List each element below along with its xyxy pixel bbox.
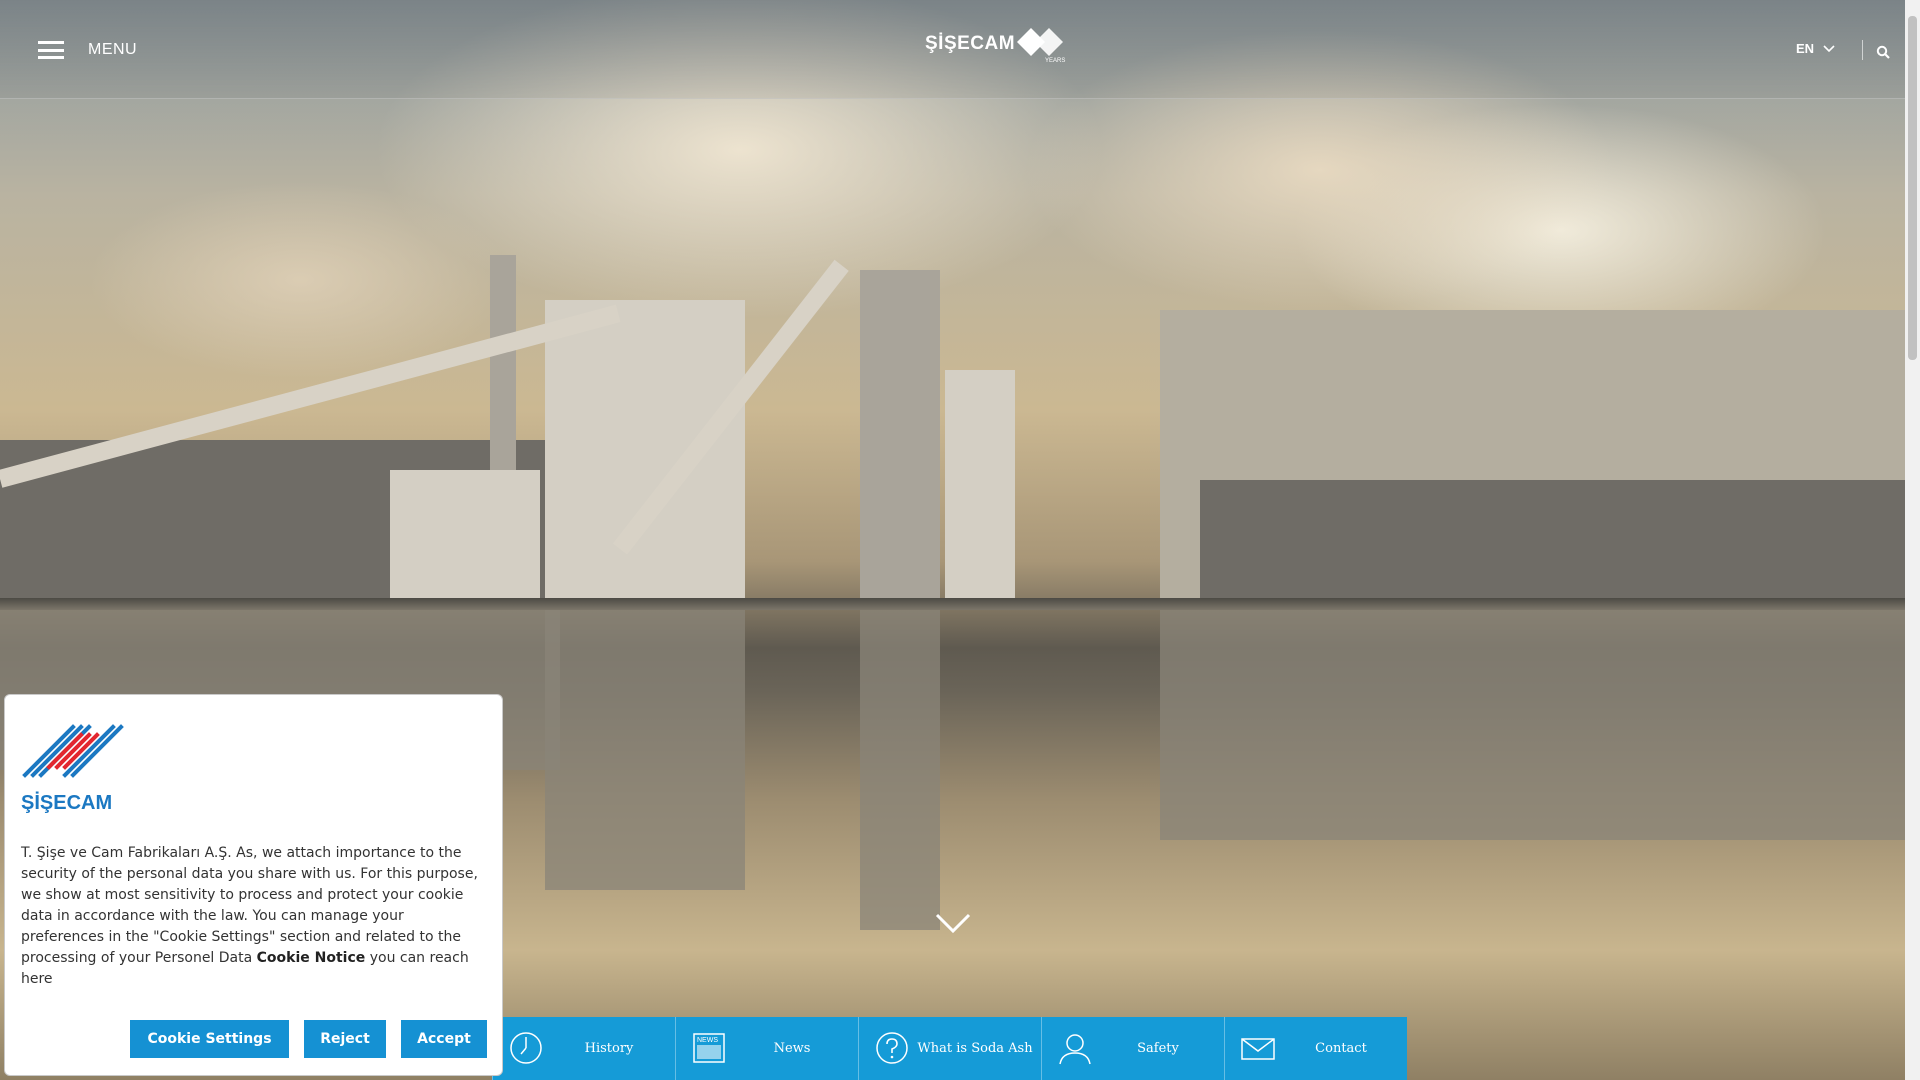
reject-button[interactable]: Reject <box>304 1020 386 1058</box>
quick-link-label: Safety <box>1137 1041 1179 1056</box>
user-icon <box>1059 1034 1091 1065</box>
anniversary-badge-icon: YEARS <box>1017 28 1065 64</box>
scrollbar-thumb[interactable] <box>1908 16 1917 360</box>
site-logo[interactable]: ŞİŞECAM YEARS <box>925 24 1071 64</box>
quick-link-history[interactable]: History <box>492 1017 675 1080</box>
language-label: EN <box>1796 41 1815 56</box>
search-button[interactable] <box>1876 44 1890 63</box>
quick-link-label: What is Soda Ash <box>917 1041 1033 1056</box>
chevron-down-icon <box>1823 44 1835 52</box>
waterline <box>0 598 1905 610</box>
cookie-notice-link[interactable]: Cookie Notice <box>257 950 366 966</box>
factory-building <box>545 300 745 600</box>
factory-building <box>945 370 1015 600</box>
question-icon <box>876 1032 908 1064</box>
accept-button[interactable]: Accept <box>401 1020 487 1058</box>
quick-link-label: Contact <box>1315 1041 1367 1056</box>
factory-reflection <box>860 610 940 930</box>
search-icon <box>1876 45 1890 59</box>
factory-tower <box>860 270 940 600</box>
quick-link-safety[interactable]: Safety <box>1041 1017 1224 1080</box>
clock-icon <box>510 1032 542 1064</box>
cookie-message-text: T. Şişe ve Cam Fabrikaları A.Ş. As, we a… <box>21 845 478 966</box>
cookie-consent-panel: ŞİŞECAM T. Şişe ve Cam Fabrikaları A.Ş. … <box>4 694 503 1076</box>
sisecam-logo: ŞİŞECAM <box>21 724 124 813</box>
header-divider <box>1862 40 1863 60</box>
factory-reflection <box>1160 610 1905 840</box>
factory-reflection <box>545 610 745 890</box>
quick-link-label: History <box>584 1041 634 1056</box>
badge-text: YEARS <box>1045 58 1065 64</box>
news-icon: NEWS <box>693 1033 725 1063</box>
news-icon-text: NEWS <box>697 1037 718 1044</box>
quick-link-what-is-soda-ash[interactable]: What is Soda Ash <box>858 1017 1041 1080</box>
factory-building <box>390 470 540 600</box>
quick-link-news[interactable]: NEWS News <box>675 1017 858 1080</box>
quick-links-bar: History NEWS News What is Soda Ash Safet… <box>492 1017 1407 1080</box>
envelope-icon <box>1241 1038 1275 1060</box>
cookie-logo-text: ŞİŞECAM <box>21 791 112 813</box>
factory-building <box>1200 480 1905 600</box>
site-header: MENU ŞİŞECAM YEARS EN <box>0 0 1905 99</box>
cookie-message: T. Şişe ve Cam Fabrikaları A.Ş. As, we a… <box>21 843 491 990</box>
menu-button[interactable]: MENU <box>38 36 137 64</box>
scroll-down-button[interactable] <box>935 912 971 938</box>
menu-label: MENU <box>88 41 138 58</box>
logo-wordmark: ŞİŞECAM <box>925 33 1016 54</box>
quick-link-contact[interactable]: Contact <box>1224 1017 1407 1080</box>
hamburger-icon <box>38 41 64 59</box>
cookie-settings-button[interactable]: Cookie Settings <box>130 1020 289 1058</box>
language-selector[interactable]: EN <box>1796 41 1835 56</box>
chevron-down-icon <box>935 913 971 934</box>
quick-link-label: News <box>773 1041 811 1056</box>
